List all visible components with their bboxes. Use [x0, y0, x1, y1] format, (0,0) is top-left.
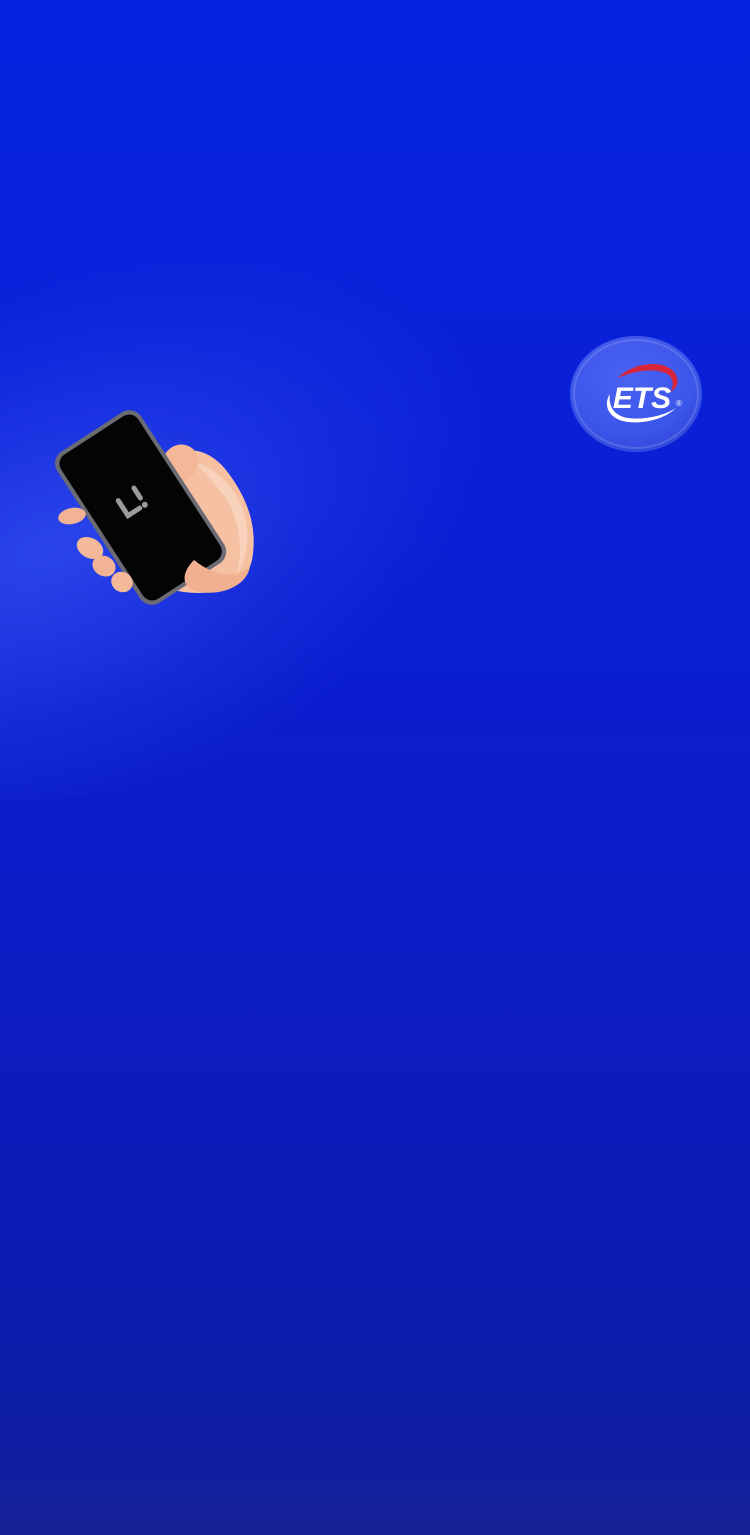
hand-holding-phone-illustration: [55, 410, 254, 605]
ets-badge-text: ETS: [613, 382, 671, 415]
ets-badge: ETS ®: [570, 336, 702, 452]
registered-mark: ®: [676, 399, 682, 408]
splash-screen: ETS ®: [0, 0, 750, 1535]
bottom-shade: [0, 1475, 750, 1535]
